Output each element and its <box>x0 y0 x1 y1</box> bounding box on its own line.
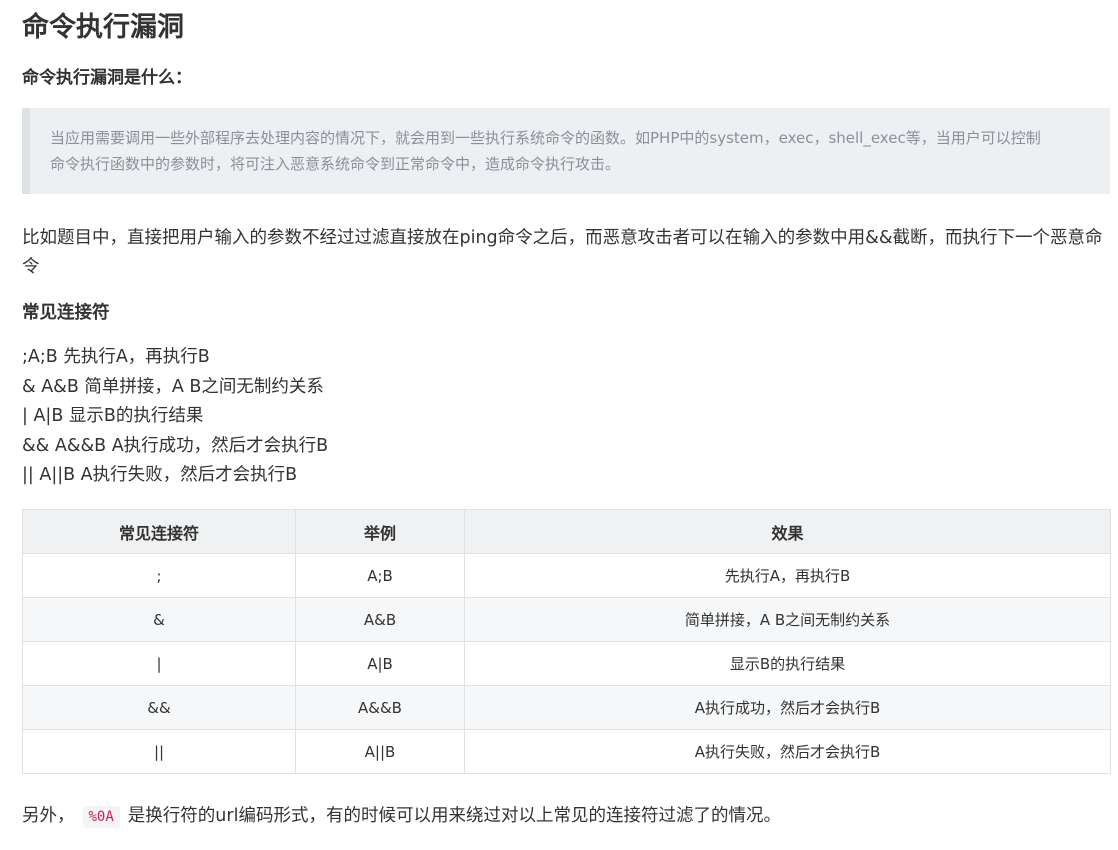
table-cell-effect: 简单拼接，A B之间无制约关系 <box>464 597 1111 642</box>
blockquote-line-1: 当应用需要调用一些外部程序去处理内容的情况下，就会用到一些执行系统命令的函数。如… <box>50 129 1041 147</box>
table-cell-example: A;B <box>295 553 465 598</box>
connectors-heading: 常见连接符 <box>22 303 110 323</box>
intro-paragraph: 比如题目中，直接把用户输入的参数不经过过滤直接放在ping命令之后，而恶意攻击者… <box>22 228 1103 277</box>
footer-text-after: 是换行符的url编码形式，有的时候可以用来绕过对以上常见的连接符过滤了的情况。 <box>127 806 781 826</box>
section-subtitle: 命令执行漏洞是什么： <box>22 68 192 88</box>
table-cell-connector: || <box>22 729 296 774</box>
connectors-table: 常见连接符 举例 效果 ; A;B 先执行A，再执行B & A&B 简单拼接，A… <box>22 509 1111 774</box>
table-header-effect: 效果 <box>464 509 1111 554</box>
table-cell-example: A&B <box>295 597 465 642</box>
table-header-connector: 常见连接符 <box>22 509 296 554</box>
table-row: || A||B A执行失败，然后才会执行B <box>22 729 1111 774</box>
table-cell-effect: 显示B的执行结果 <box>464 641 1111 686</box>
table-cell-connector: | <box>22 641 296 686</box>
connectors-list: ;A;B 先执行A，再执行B & A&B 简单拼接，A B之间无制约关系 | A… <box>22 343 328 491</box>
footer-text-before: 另外， <box>22 806 75 826</box>
table-cell-effect: 先执行A，再执行B <box>464 553 1111 598</box>
article-page: 命令执行漏洞 命令执行漏洞是什么： 当应用需要调用一些外部程序去处理内容的情况下… <box>0 0 1118 850</box>
table-row: | A|B 显示B的执行结果 <box>22 641 1111 686</box>
table-cell-effect: A执行成功，然后才会执行B <box>464 685 1111 730</box>
table-row: ; A;B 先执行A，再执行B <box>22 553 1111 598</box>
inline-code: %0A <box>82 806 120 828</box>
connector-line: || A||B A执行失败，然后才会执行B <box>22 465 298 486</box>
article-title: 命令执行漏洞 <box>22 12 184 43</box>
table-cell-effect: A执行失败，然后才会执行B <box>464 729 1111 774</box>
table-header-row: 常见连接符 举例 效果 <box>22 509 1111 554</box>
connector-line: | A|B 显示B的执行结果 <box>22 406 204 427</box>
connector-line: ;A;B 先执行A，再执行B <box>22 347 210 367</box>
connector-line: && A&&B A执行成功，然后才会执行B <box>22 435 329 456</box>
connector-line: & A&B 简单拼接，A B之间无制约关系 <box>22 376 324 397</box>
footer-paragraph: 另外， %0A 是换行符的url编码形式，有的时候可以用来绕过对以上常见的连接符过滤… <box>22 802 781 831</box>
table-cell-example: A||B <box>295 729 465 774</box>
table-header-example: 举例 <box>295 509 465 554</box>
table-row: & A&B 简单拼接，A B之间无制约关系 <box>22 597 1111 642</box>
table-cell-connector: ; <box>22 553 296 598</box>
table-cell-example: A&&B <box>295 685 465 730</box>
table-cell-connector: && <box>22 685 296 730</box>
table-cell-connector: & <box>22 597 296 642</box>
table-cell-example: A|B <box>295 641 465 686</box>
blockquote-line-2: 命令执行函数中的参数时，将可注入恶意系统命令到正常命令中，造成命令执行攻击。 <box>50 155 621 173</box>
table-row: && A&&B A执行成功，然后才会执行B <box>22 685 1111 730</box>
blockquote: 当应用需要调用一些外部程序去处理内容的情况下，就会用到一些执行系统命令的函数。如… <box>22 108 1110 194</box>
